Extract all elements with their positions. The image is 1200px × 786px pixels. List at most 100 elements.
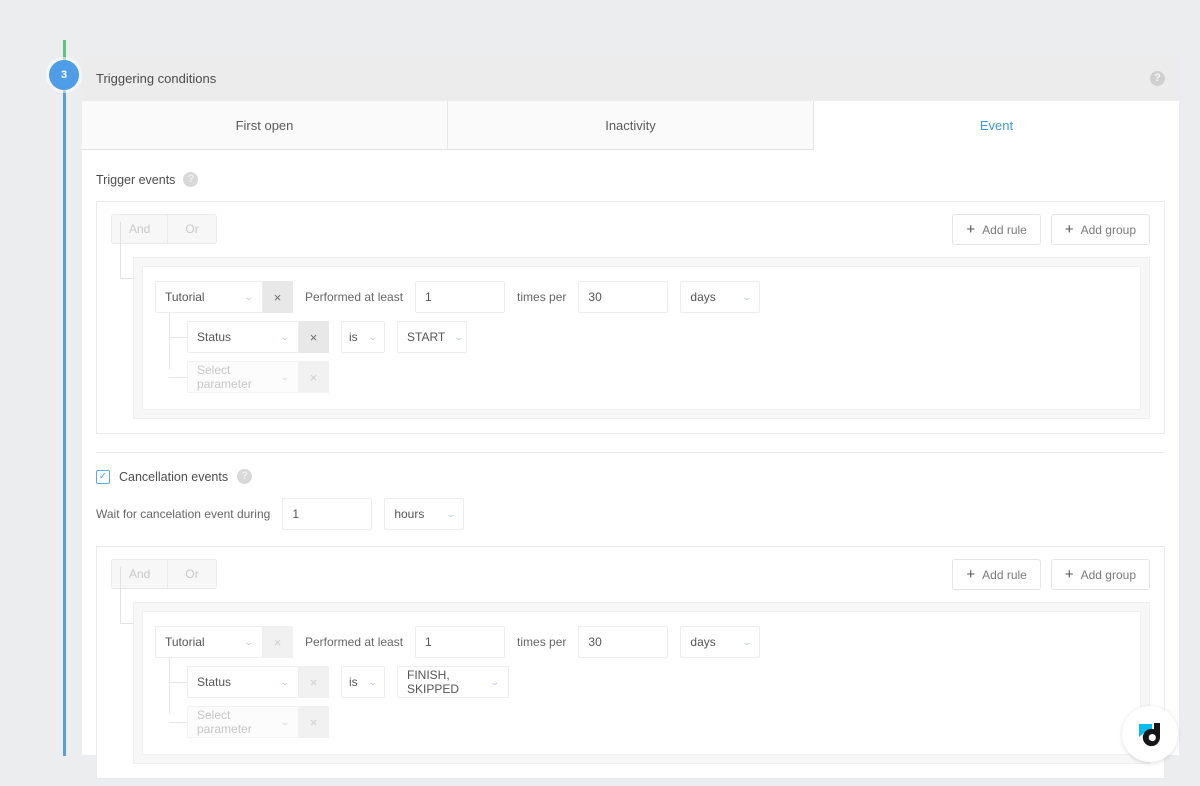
cancellation-events-header: ✓ Cancellation events ? xyxy=(96,469,1165,484)
cancellation-builder-toolbar: And Or + Add rule + Add group xyxy=(111,559,1150,590)
trigger-parameter-placeholder: Select parameter xyxy=(197,363,252,391)
trigger-events-label-row: Trigger events ? xyxy=(96,172,1165,187)
trigger-period-input[interactable]: 30 xyxy=(578,281,669,313)
cancellation-add-rule-button[interactable]: + Add rule xyxy=(952,559,1041,590)
help-icon[interactable]: ? xyxy=(1150,71,1165,86)
trigger-events-builder: And Or + Add rule + Add group Tutorial ⌄… xyxy=(96,201,1165,434)
chevron-down-icon: ⌄ xyxy=(368,676,379,687)
section-divider xyxy=(96,452,1165,453)
cancellation-parameter-placeholder-select[interactable]: Select parameter ⌄ xyxy=(187,706,299,738)
cancellation-parameter-placeholder: Select parameter xyxy=(197,708,252,736)
trigger-subrule-status: Status ⌄ × is ⌄ START ⌄ xyxy=(169,321,1128,353)
tab-first-open[interactable]: First open xyxy=(82,101,448,150)
cancellation-count-input[interactable]: 1 xyxy=(415,626,506,658)
trigger-or-option[interactable]: Or xyxy=(167,215,216,243)
chevron-down-icon: ⌄ xyxy=(741,636,752,647)
trigger-parameter-select[interactable]: Status ⌄ xyxy=(187,321,299,353)
brand-logo-badge[interactable] xyxy=(1122,706,1178,762)
trigger-event-value: Tutorial xyxy=(165,290,205,304)
cancellation-wait-unit-select[interactable]: hours ⌄ xyxy=(384,498,465,530)
chevron-down-icon: ⌄ xyxy=(445,508,456,519)
cancellation-events-label: Cancellation events xyxy=(119,469,229,484)
cancellation-parameter-select[interactable]: Status ⌄ xyxy=(187,666,299,698)
trigger-builder-toolbar: And Or + Add rule + Add group xyxy=(111,214,1150,245)
chevron-down-icon: ⌄ xyxy=(280,331,291,342)
cancellation-wait-input[interactable]: 1 xyxy=(282,498,373,530)
cancellation-or-option[interactable]: Or xyxy=(167,560,216,588)
cancellation-value-select[interactable]: FINISH, SKIPPED ⌄ xyxy=(397,666,509,698)
step-rail: 3 xyxy=(49,40,79,756)
cancellation-event-value: Tutorial xyxy=(165,635,205,649)
trigger-operator-select[interactable]: is ⌄ xyxy=(341,321,385,353)
plus-icon: + xyxy=(966,566,976,583)
cancellation-andor-toggle: And Or xyxy=(111,559,217,589)
cancellation-operator-value: is xyxy=(349,675,358,689)
plus-icon: + xyxy=(966,221,976,238)
panel-header: Triggering conditions ? xyxy=(82,56,1179,101)
cancellation-builder-actions: + Add rule + Add group xyxy=(952,559,1150,590)
trigger-builder-actions: + Add rule + Add group xyxy=(952,214,1150,245)
times-per-label: times per xyxy=(517,635,567,649)
cancellation-value-text: FINISH, SKIPPED xyxy=(407,668,460,696)
trigger-value-select[interactable]: START ⌄ xyxy=(397,321,467,353)
cancellation-subrule-empty: Select parameter ⌄ × xyxy=(169,706,1128,738)
cancellation-wait-row: Wait for cancelation event during 1 hour… xyxy=(96,498,1165,530)
trigger-add-group-button[interactable]: + Add group xyxy=(1050,214,1150,245)
trigger-events-help-icon[interactable]: ? xyxy=(183,172,199,187)
cancellation-events-checkbox[interactable]: ✓ xyxy=(96,469,110,484)
performed-at-least-label: Performed at least xyxy=(305,635,404,649)
plus-icon: + xyxy=(1064,566,1074,583)
trigger-add-rule-button[interactable]: + Add rule xyxy=(952,214,1041,245)
trigger-period-unit-select[interactable]: days ⌄ xyxy=(680,281,761,313)
trigger-rule-group-inner: Tutorial ⌄ × Performed at least 1 times … xyxy=(142,266,1141,410)
triggering-conditions-panel: Triggering conditions ? First open Inact… xyxy=(82,56,1179,779)
panel-body: Trigger events ? And Or + Add rule + Add… xyxy=(82,150,1179,779)
chevron-down-icon: ⌄ xyxy=(280,371,291,382)
cancellation-subrule-empty-remove-button[interactable]: × xyxy=(299,706,329,738)
trigger-operator-value: is xyxy=(349,330,358,344)
trigger-add-rule-label: Add rule xyxy=(982,222,1027,237)
trigger-period-unit-value: days xyxy=(690,290,716,304)
cancellation-period-input[interactable]: 30 xyxy=(578,626,669,658)
page-root: 3 Triggering conditions ? First open Ina… xyxy=(0,0,1200,786)
group-connector-horizontal xyxy=(120,278,134,279)
chevron-down-icon: ⌄ xyxy=(280,716,291,727)
tab-event[interactable]: Event xyxy=(814,101,1179,150)
chevron-down-icon: ⌄ xyxy=(244,291,255,302)
trigger-subrule-empty-remove-button[interactable]: × xyxy=(299,361,329,393)
chevron-down-icon: ⌄ xyxy=(244,636,255,647)
cancellation-event-select[interactable]: Tutorial ⌄ xyxy=(155,626,263,658)
devtodev-d-logo-icon xyxy=(1139,723,1160,747)
times-per-label: times per xyxy=(517,290,567,304)
rail-segment-bottom xyxy=(63,90,66,756)
group-connector-horizontal xyxy=(120,623,134,624)
chevron-down-icon: ⌄ xyxy=(490,676,501,687)
cancellation-rule-remove-button[interactable]: × xyxy=(263,626,293,658)
cancellation-period-unit-value: days xyxy=(690,635,716,649)
cancellation-operator-select[interactable]: is ⌄ xyxy=(341,666,385,698)
trigger-rule-remove-button[interactable]: × xyxy=(263,281,293,313)
cancellation-events-help-icon[interactable]: ? xyxy=(237,469,253,484)
chevron-down-icon: ⌄ xyxy=(280,676,291,687)
cancellation-add-group-button[interactable]: + Add group xyxy=(1050,559,1150,590)
cancellation-wait-label: Wait for cancelation event during xyxy=(96,507,271,521)
trigger-events-label: Trigger events xyxy=(96,172,176,187)
chevron-down-icon: ⌄ xyxy=(368,331,379,342)
performed-at-least-label: Performed at least xyxy=(305,290,404,304)
trigger-count-input[interactable]: 1 xyxy=(415,281,506,313)
trigger-event-select[interactable]: Tutorial ⌄ xyxy=(155,281,263,313)
trigger-rule-row: Tutorial ⌄ × Performed at least 1 times … xyxy=(155,281,1128,313)
cancellation-add-group-label: Add group xyxy=(1080,567,1136,582)
cancellation-period-unit-select[interactable]: days ⌄ xyxy=(680,626,761,658)
chevron-down-icon: ⌄ xyxy=(741,291,752,302)
cancellation-rule-row: Tutorial ⌄ × Performed at least 1 times … xyxy=(155,626,1128,658)
cancellation-subrule-remove-button[interactable]: × xyxy=(299,666,329,698)
trigger-parameter-placeholder-select[interactable]: Select parameter ⌄ xyxy=(187,361,299,393)
trigger-subrule-remove-button[interactable]: × xyxy=(299,321,329,353)
group-connector-vertical xyxy=(120,567,121,623)
cancellation-subrule-status: Status ⌄ × is ⌄ FINISH, SKIPPED ⌄ xyxy=(169,666,1128,698)
rail-segment-top xyxy=(63,40,66,62)
tab-inactivity[interactable]: Inactivity xyxy=(448,101,814,150)
cancellation-add-rule-label: Add rule xyxy=(982,567,1027,582)
page-title: Triggering conditions xyxy=(96,71,217,86)
